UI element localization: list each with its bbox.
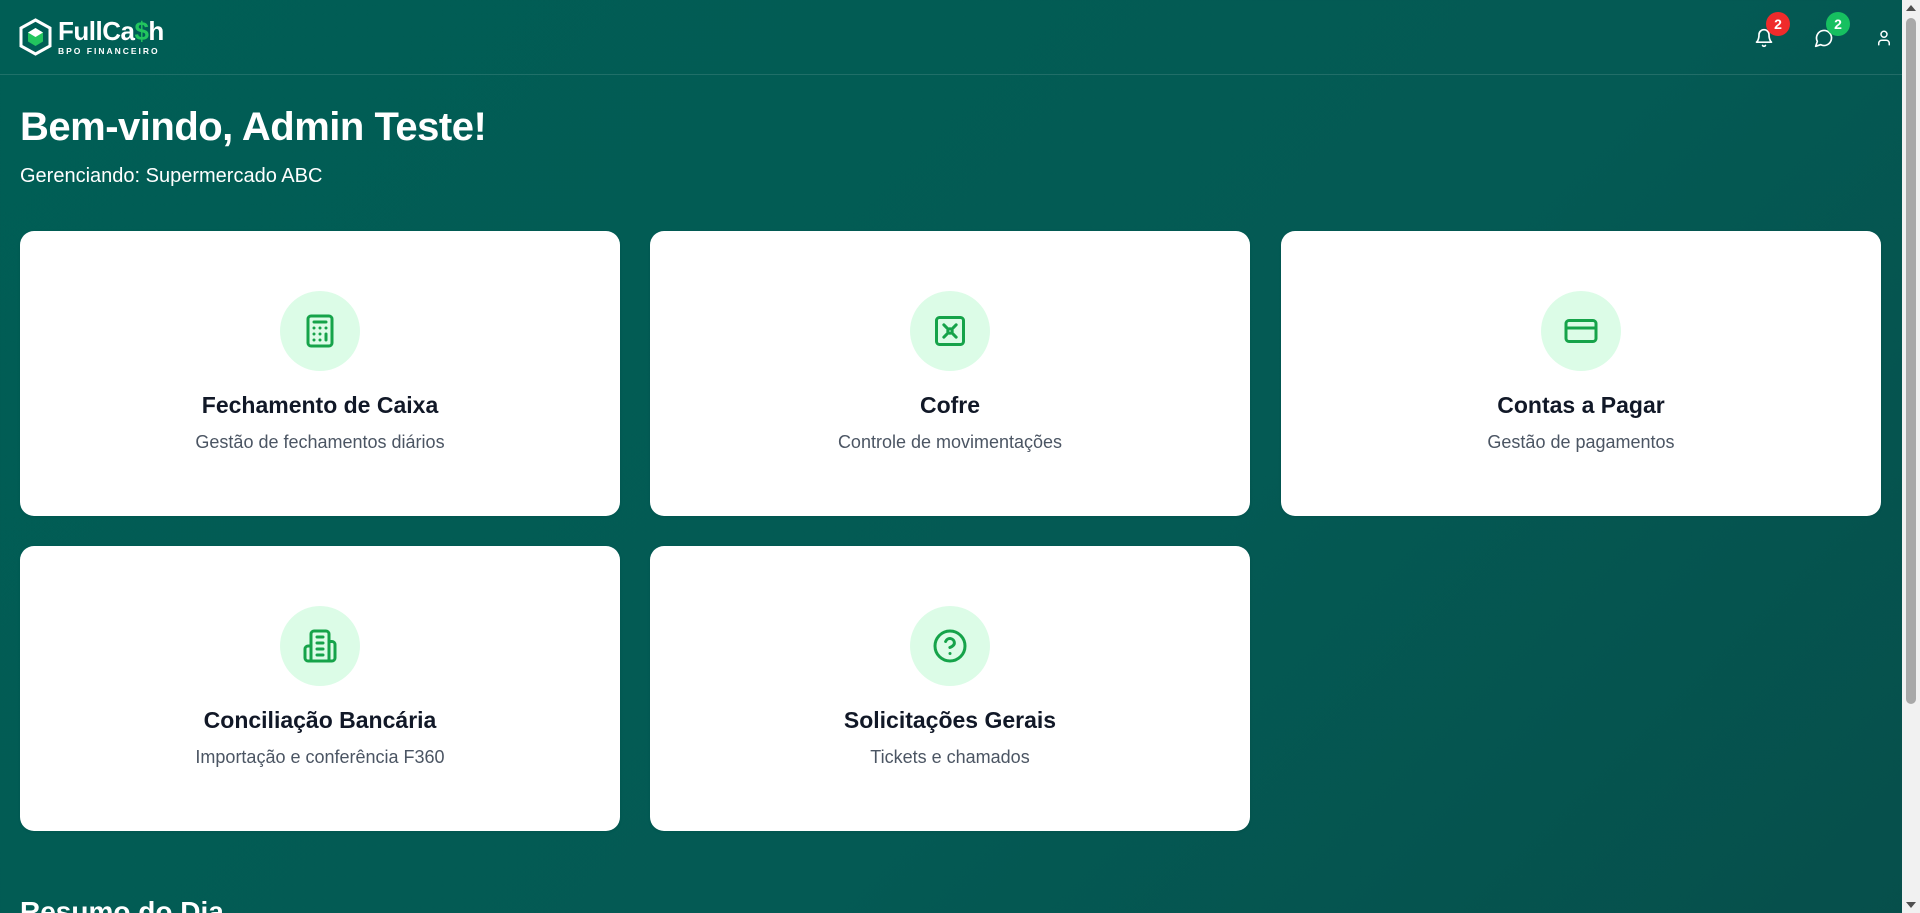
scroll-down-arrow-icon[interactable] <box>1906 902 1916 908</box>
vault-icon <box>935 316 965 346</box>
module-card-fechamento-de-caixa[interactable]: Fechamento de Caixa Gestão de fechamento… <box>20 231 620 516</box>
card-title: Cofre <box>919 392 981 418</box>
user-icon <box>1878 30 1890 46</box>
card-icon-circle <box>1541 291 1621 371</box>
module-card-cofre[interactable]: Cofre Controle de movimentações <box>650 231 1250 516</box>
brand-logo[interactable]: FullCa$h BPO FINANCEIRO <box>19 17 164 57</box>
building-icon <box>303 629 337 663</box>
card-title: Conciliação Bancária <box>203 707 437 733</box>
module-card-conciliacao-bancaria[interactable]: Conciliação Bancária Importação e confer… <box>20 546 620 831</box>
card-icon-circle <box>280 291 360 371</box>
card-description: Gestão de pagamentos <box>1487 432 1675 452</box>
card-description: Controle de movimentações <box>837 432 1063 452</box>
notifications-button[interactable]: 2 <box>1744 12 1790 58</box>
page-scrollbar[interactable] <box>1902 0 1920 913</box>
brand-subtitle: BPO FINANCEIRO <box>58 46 160 57</box>
scroll-thumb[interactable] <box>1906 18 1916 704</box>
card-description: Importação e conferência F360 <box>195 747 445 767</box>
card-title: Solicitações Gerais <box>843 707 1057 733</box>
top-header: FullCa$h BPO FINANCEIRO 2 2 <box>0 0 1902 75</box>
card-title: Fechamento de Caixa <box>201 392 439 418</box>
summary-section-title: Resumo do Dia <box>20 896 224 913</box>
card-description: Tickets e chamados <box>870 747 1030 767</box>
help-circle-icon <box>933 629 967 663</box>
card-icon-circle <box>910 291 990 371</box>
notifications-badge: 2 <box>1766 12 1790 36</box>
brand-name: FullCa$h <box>58 16 164 47</box>
profile-button[interactable] <box>1864 18 1904 58</box>
page-title: Bem-vindo, Admin Teste! <box>20 105 487 149</box>
managing-company: Gerenciando: Supermercado ABC <box>20 165 323 187</box>
card-description: Gestão de fechamentos diários <box>195 432 445 452</box>
calculator-icon <box>306 314 334 348</box>
messages-button[interactable]: 2 <box>1804 12 1850 58</box>
scroll-up-arrow-icon[interactable] <box>1906 5 1916 11</box>
module-card-contas-a-pagar[interactable]: Contas a Pagar Gestão de pagamentos <box>1281 231 1881 516</box>
module-card-solicitacoes-gerais[interactable]: Solicitações Gerais Tickets e chamados <box>650 546 1250 831</box>
card-icon-circle <box>910 606 990 686</box>
credit-card-icon <box>1564 319 1598 343</box>
card-title: Contas a Pagar <box>1497 392 1665 418</box>
hexagon-logo-icon <box>19 18 52 56</box>
card-icon-circle <box>280 606 360 686</box>
messages-badge: 2 <box>1826 12 1850 36</box>
